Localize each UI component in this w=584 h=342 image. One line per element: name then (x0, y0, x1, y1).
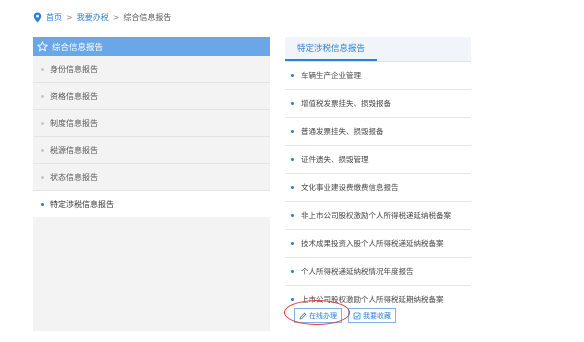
bullet-icon (41, 94, 44, 98)
sidebar: 综合信息报告 身份信息报告 资格信息报告 制度信息报告 税源信息报告 状态信息报… (33, 37, 270, 331)
list-item-label: 证件遗失、损毁管理 (301, 155, 369, 164)
sidebar-item-specific-tax[interactable]: 特定涉税信息报告 (33, 191, 270, 217)
sidebar-item-label: 身份信息报告 (50, 64, 98, 74)
bullet-icon (41, 67, 44, 71)
sidebar-item-system[interactable]: 制度信息报告 (33, 110, 270, 137)
list-item[interactable]: 文化事业建设费缴费信息报告 (285, 174, 471, 202)
sidebar-item-tax-source[interactable]: 税源信息报告 (33, 137, 270, 164)
list-item-label: 个人所得税递延纳税情况年度报告 (301, 267, 414, 276)
bullet-icon (291, 242, 294, 245)
bullet-icon (41, 121, 44, 125)
online-handle-label: 在线办理 (309, 311, 337, 320)
list-item-label: 增值税发票挂失、损毁报备 (301, 99, 391, 108)
list-item-label: 车辆生产企业管理 (301, 71, 361, 80)
list-item-label: 上市公司股权激励个人所得税延期纳税备案 (301, 295, 444, 304)
item-actions: 在线办理 我要收藏 (294, 308, 396, 323)
breadcrumb-separator: > (112, 12, 120, 22)
pencil-icon (299, 312, 307, 320)
sidebar-item-status[interactable]: 状态信息报告 (33, 164, 270, 191)
bookmark-icon (353, 312, 361, 320)
star-icon (37, 41, 48, 52)
tab-specific-tax-report[interactable]: 特定涉税信息报告 (285, 37, 378, 61)
bullet-icon (291, 74, 294, 77)
list-item[interactable]: 普通发票挂失、损毁报备 (285, 118, 471, 146)
favorite-label: 我要收藏 (363, 311, 391, 320)
content-panel: 特定涉税信息报告 车辆生产企业管理 增值税发票挂失、损毁报备 普通发票挂失、损毁… (285, 37, 471, 331)
list-item[interactable]: 增值税发票挂失、损毁报备 (285, 90, 471, 118)
list-item-label: 非上市公司股权激励个人所得税递延纳税备案 (301, 211, 451, 220)
list-item[interactable]: 个人所得税递延纳税情况年度报告 (285, 258, 471, 286)
location-pin-icon (33, 12, 42, 23)
list-item-label: 技术成果投资入股个人所得税递延纳税备案 (301, 239, 444, 248)
list-item-label: 普通发票挂失、损毁报备 (301, 127, 384, 136)
sidebar-item-label: 制度信息报告 (50, 118, 98, 128)
list-item[interactable]: 非上市公司股权激励个人所得税递延纳税备案 (285, 202, 471, 230)
sidebar-item-label: 特定涉税信息报告 (50, 199, 114, 209)
list-item[interactable]: 技术成果投资入股个人所得税递延纳税备案 (285, 230, 471, 258)
list-item[interactable]: 证件遗失、损毁管理 (285, 146, 471, 174)
bullet-icon (41, 175, 44, 179)
bullet-icon (291, 102, 294, 105)
bullet-icon (291, 130, 294, 133)
sidebar-item-label: 资格信息报告 (50, 91, 98, 101)
breadcrumb-home-link[interactable]: 首页 (46, 12, 62, 23)
breadcrumb-separator: > (66, 12, 73, 22)
panel-header: 特定涉税信息报告 (285, 37, 471, 62)
list-item-label: 文化事业建设费缴费信息报告 (301, 183, 399, 192)
bullet-icon (291, 214, 294, 217)
breadcrumb: 首页 > 我要办税 > 综合信息报告 (33, 10, 171, 24)
sidebar-item-qualification[interactable]: 资格信息报告 (33, 83, 270, 110)
favorite-button[interactable]: 我要收藏 (348, 308, 396, 323)
sidebar-item-identity[interactable]: 身份信息报告 (33, 56, 270, 83)
sidebar-item-label: 状态信息报告 (50, 172, 98, 182)
sidebar-title: 综合信息报告 (52, 42, 104, 53)
bullet-icon (291, 270, 294, 273)
online-handle-button[interactable]: 在线办理 (294, 308, 342, 323)
bullet-icon (291, 186, 294, 189)
list-item[interactable]: 车辆生产企业管理 (285, 62, 471, 90)
bullet-icon (41, 148, 44, 152)
breadcrumb-tax-link[interactable]: 我要办税 (77, 12, 109, 23)
bullet-icon (291, 298, 294, 301)
bullet-icon (41, 202, 44, 206)
sidebar-item-label: 税源信息报告 (50, 145, 98, 155)
sidebar-header: 综合信息报告 (33, 37, 270, 56)
breadcrumb-current: 综合信息报告 (123, 12, 172, 22)
bullet-icon (291, 158, 294, 161)
